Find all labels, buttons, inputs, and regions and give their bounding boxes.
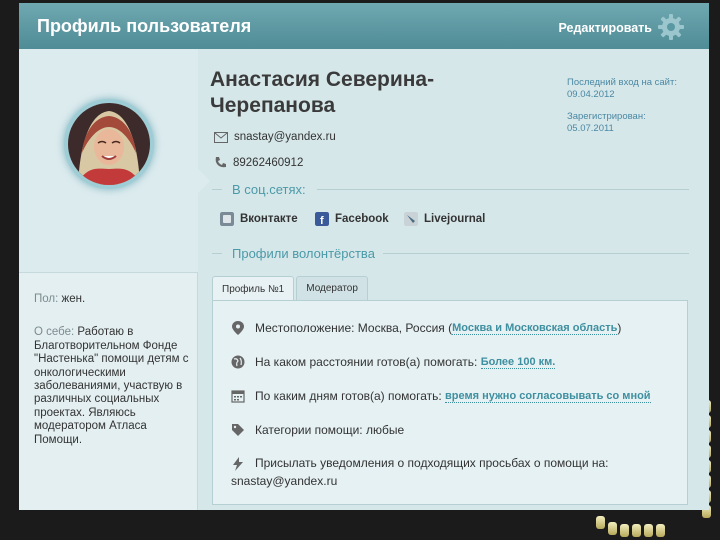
user-name: Анастасия Северина-Черепанова (210, 68, 435, 117)
tab-moderator[interactable]: Модератор (296, 276, 368, 300)
bead-decoration (608, 522, 617, 535)
edit-profile-link[interactable]: Редактировать (559, 21, 652, 35)
phone-icon (215, 157, 226, 168)
svg-text:f: f (320, 215, 324, 226)
social-label: Facebook (335, 213, 389, 225)
social-facebook[interactable]: f Facebook (315, 212, 389, 226)
calendar-icon (231, 390, 245, 403)
last-login-value: 09.04.2012 (567, 89, 615, 100)
last-login-label: Последний вход на сайт: (567, 77, 677, 88)
social-label: Вконтакте (240, 213, 298, 225)
gender-label: Пол: (34, 293, 59, 305)
facebook-icon: f (315, 212, 329, 226)
email-value[interactable]: snastay@yandex.ru (234, 131, 336, 143)
avatar (68, 103, 150, 185)
distance-value[interactable]: Более 100 км. (480, 356, 556, 369)
volunteer-line-left (212, 253, 222, 254)
notify-email-row: snastay@yandex.ru (231, 474, 337, 488)
envelope-icon (214, 131, 228, 143)
livejournal-icon (404, 212, 418, 226)
social-line-right (317, 189, 689, 190)
social-heading: В соц.сетях: (232, 182, 306, 197)
location-close-paren: ) (617, 321, 622, 335)
tag-icon (232, 424, 244, 436)
phone-row: 89262460912 (214, 156, 303, 169)
categories-label: Категории помощи: (255, 423, 363, 437)
avatar-pointer (198, 169, 210, 193)
location-label: Местоположение: Москва, Россия (255, 321, 445, 335)
distance-row: На каком расстоянии готов(а) помогать: Б… (231, 355, 556, 369)
days-label: По каким дням готов(а) помогать: (255, 389, 442, 403)
days-value[interactable]: время нужно согласовывать со мной (445, 390, 651, 403)
about-text: Работаю в Благотворительном Фонде "Насте… (34, 326, 189, 446)
volunteer-tabs: Профиль №1 Модератор (212, 276, 370, 301)
social-line-left (212, 189, 222, 190)
social-livejournal[interactable]: Livejournal (404, 212, 485, 226)
bead-decoration (632, 524, 641, 537)
user-info: Пол: жен. О себе: Работаю в Благотворите… (34, 293, 194, 467)
sidebar: Пол: жен. О себе: Работаю в Благотворите… (19, 49, 210, 510)
categories-row: Категории помощи: любые (231, 423, 404, 437)
about-label: О себе: (34, 326, 75, 339)
about-row: О себе: Работаю в Благотворительном Фонд… (34, 326, 194, 447)
registered: Зарегистрирован: 05.07.2011 (567, 111, 646, 135)
bead-decoration (644, 524, 653, 537)
notify-email: snastay@yandex.ru (231, 474, 338, 488)
volunteer-line-right (383, 253, 689, 254)
location-row: Местоположение: Москва, Россия (Москва и… (231, 321, 621, 335)
days-row: По каким дням готов(а) помогать: время н… (231, 389, 651, 403)
categories-value: любые (366, 423, 405, 437)
bead-decoration (620, 524, 629, 537)
email-row: snastay@yandex.ru (214, 131, 336, 143)
page-title: Профиль пользователя (37, 15, 252, 36)
vkontakte-icon (220, 212, 234, 226)
social-vkontakte[interactable]: Вконтакте (220, 212, 298, 226)
notify-label: Присылать уведомления о подходящих прось… (255, 456, 609, 470)
lightning-icon (233, 457, 243, 471)
volunteer-heading: Профили волонтёрства (232, 246, 375, 261)
location-region-link[interactable]: Москва и Московская область (452, 322, 618, 335)
last-login: Последний вход на сайт: 09.04.2012 (567, 77, 677, 101)
gender-row: Пол: жен. (34, 293, 194, 306)
volunteer-profile-panel: Местоположение: Москва, Россия (Москва и… (212, 300, 688, 505)
gender-value: жен. (61, 293, 86, 305)
location-pin-icon (232, 321, 244, 335)
avatar-area (19, 49, 198, 273)
social-label: Livejournal (424, 213, 486, 225)
notify-row: Присылать уведомления о подходящих прось… (231, 456, 609, 471)
tab-profile-1[interactable]: Профиль №1 (212, 276, 295, 301)
bead-decoration (656, 524, 665, 537)
bead-decoration (596, 516, 605, 529)
registered-value: 05.07.2011 (567, 123, 614, 134)
avatar-frame (64, 99, 154, 189)
distance-label: На каком расстоянии готов(а) помогать: (255, 355, 478, 369)
phone-value: 89262460912 (233, 156, 304, 169)
header-bar: Профиль пользователя Редактировать (19, 3, 709, 49)
globe-icon (231, 355, 245, 369)
gear-icon[interactable] (657, 13, 685, 41)
registered-label: Зарегистрирован: (567, 111, 646, 122)
profile-window: Профиль пользователя Редактировать Пол: … (19, 3, 709, 510)
